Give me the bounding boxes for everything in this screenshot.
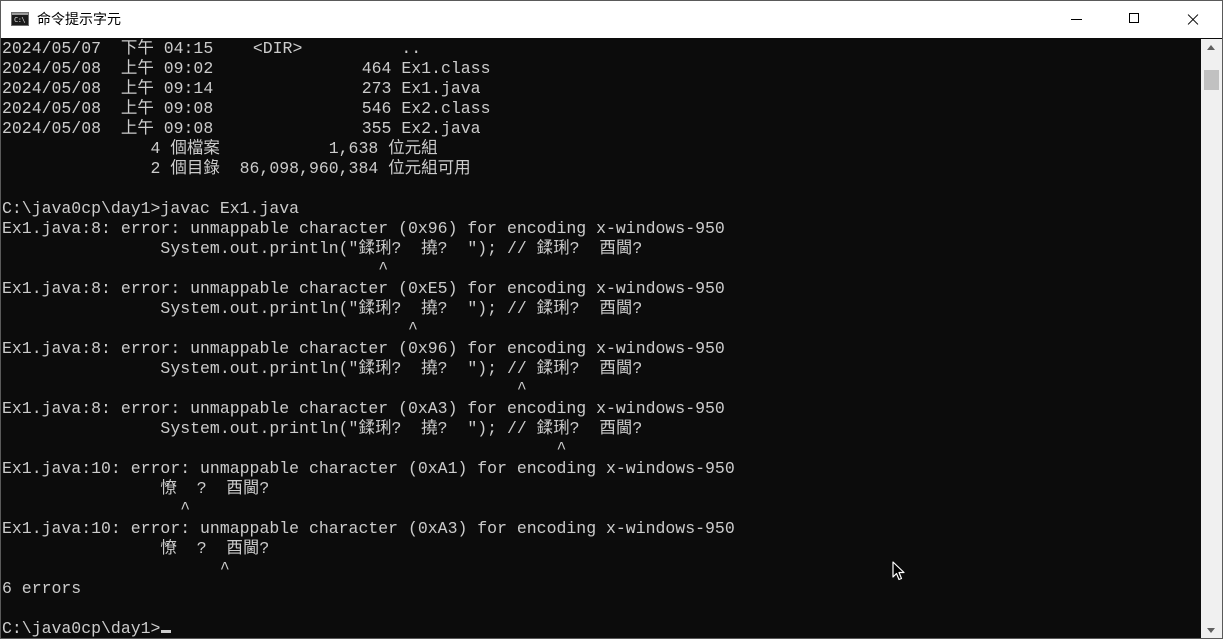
console-line: 2 個目錄 86,098,960,384 位元組可用 xyxy=(2,159,471,178)
console-line: ^ xyxy=(2,439,567,458)
console-line: 憭 ? 酉閫? xyxy=(2,479,270,498)
close-button[interactable] xyxy=(1163,1,1221,38)
maximize-button[interactable] xyxy=(1105,1,1163,38)
scrollbar-thumb[interactable] xyxy=(1204,70,1219,90)
console-line: Ex1.java:10: error: unmappable character… xyxy=(2,459,735,478)
command-prompt-window: C:\ 命令提示字元 2024/05/07 下午 04:15 <DIR> .. … xyxy=(0,0,1223,639)
minimize-icon xyxy=(1071,19,1082,20)
console-line: 2024/05/08 上午 09:08 355 Ex2.java xyxy=(2,119,481,138)
console-line: 6 errors xyxy=(2,579,82,598)
console-line: Ex1.java:8: error: unmappable character … xyxy=(2,339,725,358)
command-prompt: C:\java0cp\day1> xyxy=(2,619,161,638)
command-prompt-line[interactable]: C:\java0cp\day1> xyxy=(2,619,172,638)
console-line: 憭 ? 酉閫? xyxy=(2,539,270,558)
minimize-button[interactable] xyxy=(1047,1,1105,38)
console-line: ^ xyxy=(2,499,191,518)
console-line: 2024/05/08 上午 09:14 273 Ex1.java xyxy=(2,79,481,98)
console-line: ^ xyxy=(2,379,527,398)
chevron-up-icon[interactable] xyxy=(1207,45,1215,50)
console-line: 2024/05/08 上午 09:02 464 Ex1.class xyxy=(2,59,491,78)
console-line: ^ xyxy=(2,559,230,578)
console-line: ^ xyxy=(2,259,389,278)
chevron-down-icon[interactable] xyxy=(1207,628,1215,633)
console-line: 2024/05/07 下午 04:15 <DIR> .. xyxy=(2,39,422,58)
console-line: Ex1.java:8: error: unmappable character … xyxy=(2,399,725,418)
console-line: 2024/05/08 上午 09:08 546 Ex2.class xyxy=(2,99,491,118)
console-line: System.out.println("鍒琍? 撓? "); // 鍒琍? 酉閫… xyxy=(2,419,643,438)
maximize-icon xyxy=(1129,13,1139,23)
console-line: 4 個檔案 1,638 位元組 xyxy=(2,139,438,158)
console-line: Ex1.java:8: error: unmappable character … xyxy=(2,279,725,298)
text-cursor xyxy=(161,630,172,633)
console-output[interactable]: 2024/05/07 下午 04:15 <DIR> .. 2024/05/08 … xyxy=(1,39,1201,638)
window-title: 命令提示字元 xyxy=(37,11,121,27)
mouse-pointer-icon xyxy=(892,561,905,581)
console-line: C:\java0cp\day1>javac Ex1.java xyxy=(2,199,300,218)
vertical-scrollbar[interactable] xyxy=(1201,39,1222,638)
console-line: System.out.println("鍒琍? 撓? "); // 鍒琍? 酉閫… xyxy=(2,299,643,318)
console-line: ^ xyxy=(2,319,418,338)
console-line: Ex1.java:8: error: unmappable character … xyxy=(2,219,725,238)
console-line: System.out.println("鍒琍? 撓? "); // 鍒琍? 酉閫… xyxy=(2,359,643,378)
title-bar[interactable]: C:\ 命令提示字元 xyxy=(1,1,1222,38)
console-line: Ex1.java:10: error: unmappable character… xyxy=(2,519,735,538)
app-icon-label: C:\ xyxy=(14,16,26,24)
cmd-app-icon[interactable]: C:\ xyxy=(11,12,29,26)
console-line: System.out.println("鍒琍? 撓? "); // 鍒琍? 酉閫… xyxy=(2,239,643,258)
